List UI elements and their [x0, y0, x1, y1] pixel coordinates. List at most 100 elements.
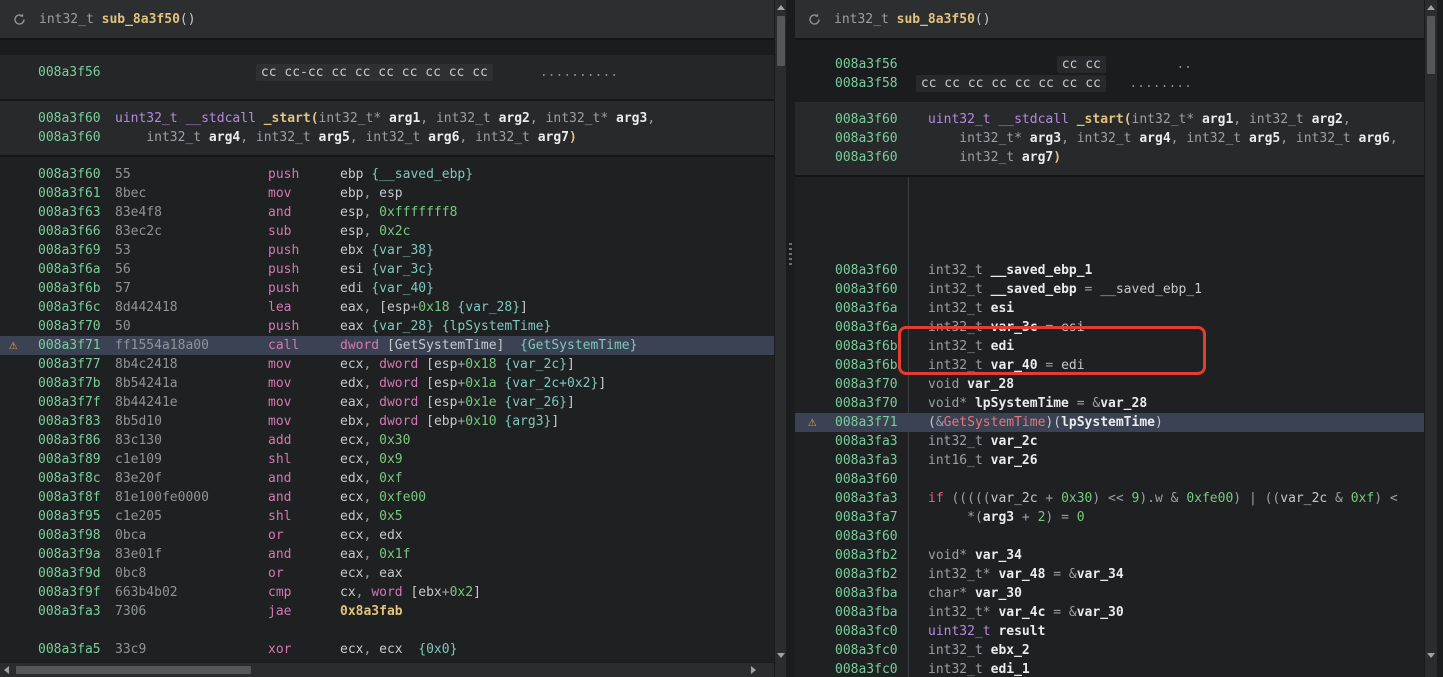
code-token: var_28: [967, 377, 1014, 392]
scroll-down-arrow-icon[interactable]: [1427, 653, 1435, 658]
disasm-row[interactable]: 008a3f89c1e109shlecx, 0x9: [0, 450, 774, 469]
disasm-row[interactable]: 008a3f95c1e205shledx, 0x5: [0, 507, 774, 526]
hlil-row[interactable]: 008a3fc0int32_t edi_1: [795, 660, 1424, 677]
hlil-row[interactable]: 008a3fa7 *(arg3 + 2) = 0: [795, 508, 1424, 527]
hlil-row[interactable]: 008a3fa3int32_t var_2c: [795, 432, 1424, 451]
signature-row[interactable]: 008a3f60 int32_t* arg3, int32_t arg4, in…: [795, 129, 1424, 148]
disasm-row[interactable]: 008a3f6953pushebx {var_38}: [0, 241, 774, 260]
disasm-row[interactable]: 008a3f7f8b44241emoveax, dword [esp+0x1e …: [0, 393, 774, 412]
right-signature-block[interactable]: 008a3f60uint32_t __stdcall _start(int32_…: [795, 102, 1424, 177]
code-token: var_2c: [991, 434, 1038, 449]
signature-row[interactable]: 008a3f60 int32_t arg4, int32_t arg5, int…: [0, 128, 774, 147]
hlil-row[interactable]: 008a3f60int32_t __saved_ebp = __saved_eb…: [795, 280, 1424, 299]
disasm-row[interactable]: 008a3f9d0bc8orecx, eax: [0, 564, 774, 583]
decompiler-pane: int32_t sub_8a3f50() 008a3f56 cc cc ..00…: [795, 0, 1424, 677]
left-hscroll-thumb[interactable]: [16, 666, 251, 674]
code-token: arg4: [209, 130, 240, 145]
hlil-row[interactable]: 008a3fa3int16_t var_26: [795, 451, 1424, 470]
code-token: ,: [363, 186, 379, 201]
scroll-down-arrow-icon[interactable]: [777, 653, 785, 658]
hlil-row[interactable]: 008a3f6aint32_t esi: [795, 299, 1424, 318]
disasm-row[interactable]: 008a3f9f663b4b02cmpcx, word [ebx+0x2]: [0, 583, 774, 602]
disasm-row[interactable]: 008a3f9a83e01fandeax, 0x1f: [0, 545, 774, 564]
code-token: (: [311, 111, 319, 126]
hlil-row[interactable]: 008a3f6aint32_t var_3c = esi: [795, 318, 1424, 337]
code-token: arg2: [1312, 112, 1343, 127]
hlil-row[interactable]: 008a3f60int32_t __saved_ebp_1: [795, 261, 1424, 280]
disasm-row[interactable]: 008a3f838b5d10movebx, dword [ebp+0x10 {a…: [0, 412, 774, 431]
disasm-row[interactable]: 008a3f778b4c2418movecx, dword [esp+0x18 …: [0, 355, 774, 374]
disasm-row[interactable]: 008a3f980bcaorecx, edx: [0, 526, 774, 545]
disasm-row[interactable]: 008a3f8683c130addecx, 0x30: [0, 431, 774, 450]
code-token: 0x30: [1061, 491, 1092, 506]
refresh-icon[interactable]: [12, 12, 27, 27]
disasm-row[interactable]: 008a3f8c83e20fandedx, 0xf: [0, 469, 774, 488]
bytes-row[interactable]: 008a3f58 cc cc cc cc cc cc cc cc .......…: [795, 74, 1424, 93]
code-token: =: [1069, 396, 1092, 411]
disasm-row[interactable]: 008a3f6a56pushesi {var_3c}: [0, 260, 774, 279]
left-signature-block[interactable]: 008a3f60uint32_t __stdcall _start(int32_…: [0, 101, 774, 157]
hlil-row[interactable]: 008a3f60: [795, 470, 1424, 489]
right-vertical-scrollbar[interactable]: [1424, 0, 1437, 677]
code-token: edx: [379, 528, 402, 543]
disasm-row[interactable]: 008a3f7050pusheax {var_28} {lpSystemTime…: [0, 317, 774, 336]
address: 008a3f83: [38, 412, 115, 431]
pane-splitter[interactable]: [786, 0, 795, 677]
hlil-row[interactable]: 008a3f60: [795, 527, 1424, 546]
right-padding-bytes-rows[interactable]: 008a3f56 cc cc ..008a3f58 cc cc cc cc cc…: [795, 55, 1424, 93]
disasm-row[interactable]: ⚠008a3f71ff1554a18a00calldword [GetSyste…: [0, 336, 774, 355]
mnemonic: push: [268, 279, 340, 298]
disasm-row[interactable]: 008a3f6c8d442418leaeax, [esp+0x18 {var_2…: [0, 298, 774, 317]
right-vscroll-thumb[interactable]: [1427, 16, 1435, 74]
bytes-row[interactable]: 008a3f56 cc cc-cc cc cc cc cc cc cc cc .…: [0, 63, 774, 82]
hlil-row[interactable]: 008a3f6bint32_t var_40 = edi: [795, 356, 1424, 375]
disasm-row[interactable]: 008a3f6383e4f8andesp, 0xfffffff8: [0, 203, 774, 222]
hlil-row[interactable]: 008a3fc0uint32_t result: [795, 622, 1424, 641]
address: 008a3fba: [835, 584, 908, 603]
code-token: var_4c: [998, 605, 1045, 620]
code-token: arg2: [499, 111, 530, 126]
left-horizontal-scrollbar[interactable]: [0, 662, 774, 677]
hlil-row[interactable]: 008a3fb2int32_t* var_48 = &var_34: [795, 565, 1424, 584]
scroll-up-arrow-icon[interactable]: [777, 5, 785, 10]
code-token: int32_t: [1249, 112, 1312, 127]
splitter-grip-icon[interactable]: [789, 243, 792, 265]
left-vscroll-thumb[interactable]: [777, 16, 785, 66]
disasm-row[interactable]: 008a3f6055pushebp {__saved_ebp}: [0, 165, 774, 184]
disasm-row[interactable]: 008a3f6683ec2csubesp, 0x2c: [0, 222, 774, 241]
hlil-row[interactable]: 008a3f70void var_28: [795, 375, 1424, 394]
scroll-up-arrow-icon[interactable]: [1427, 5, 1435, 10]
code-token: (: [928, 415, 936, 430]
address: 008a3f60: [835, 527, 908, 546]
code-token: int32_t: [834, 12, 897, 27]
code-token: ,: [363, 471, 379, 486]
hlil-row[interactable]: 008a3fa3if (((((var_2c + 0x30) << 9).w &…: [795, 489, 1424, 508]
instruction-bytes: 8b4c2418: [115, 355, 268, 374]
disasm-row[interactable]: 008a3f6b57pushedi {var_40}: [0, 279, 774, 298]
scroll-left-arrow-icon[interactable]: [4, 666, 9, 674]
disasm-row[interactable]: 008a3fa533c9xorecx, ecx {0x0}: [0, 640, 774, 659]
hlil-row[interactable]: 008a3fb2void* var_34: [795, 546, 1424, 565]
disasm-row[interactable]: 008a3fa37306jae0x8a3fab: [0, 602, 774, 621]
hlil-row[interactable]: 008a3f6bint32_t edi: [795, 337, 1424, 356]
disasm-row[interactable]: 008a3f8f81e100fe0000andecx, 0xfe00: [0, 488, 774, 507]
hlil-row[interactable]: 008a3fbachar* var_30: [795, 584, 1424, 603]
hlil-row[interactable]: ⚠008a3f71(&GetSystemTime)(lpSystemTime): [795, 413, 1424, 432]
bytes-row[interactable]: 008a3f56 cc cc ..: [795, 55, 1424, 74]
code: int32_t __saved_ebp_1: [908, 263, 1092, 278]
disasm-row[interactable]: 008a3f618becmovebp, esp: [0, 184, 774, 203]
hlil-row[interactable]: 008a3f70void* lpSystemTime = &var_28: [795, 394, 1424, 413]
warning-icon: ⚠: [808, 413, 816, 432]
signature-row[interactable]: 008a3f60 int32_t arg7): [795, 148, 1424, 167]
scroll-right-arrow-icon[interactable]: [751, 666, 756, 674]
hlil-row[interactable]: 008a3fbaint32_t* var_4c = &var_30: [795, 603, 1424, 622]
code-token: ,: [363, 566, 379, 581]
refresh-icon[interactable]: [807, 12, 822, 27]
signature-row[interactable]: 008a3f60uint32_t __stdcall _start(int32_…: [0, 109, 774, 128]
hlil-row[interactable]: 008a3fc0int32_t ebx_2: [795, 641, 1424, 660]
signature-row[interactable]: 008a3f60uint32_t __stdcall _start(int32_…: [795, 110, 1424, 129]
disasm-row[interactable]: [0, 621, 774, 640]
left-padding-bytes-row[interactable]: 008a3f56 cc cc-cc cc cc cc cc cc cc cc .…: [0, 55, 774, 101]
instruction-bytes: 0bc8: [115, 564, 268, 583]
disasm-row[interactable]: 008a3f7b8b54241amovedx, dword [esp+0x1a …: [0, 374, 774, 393]
